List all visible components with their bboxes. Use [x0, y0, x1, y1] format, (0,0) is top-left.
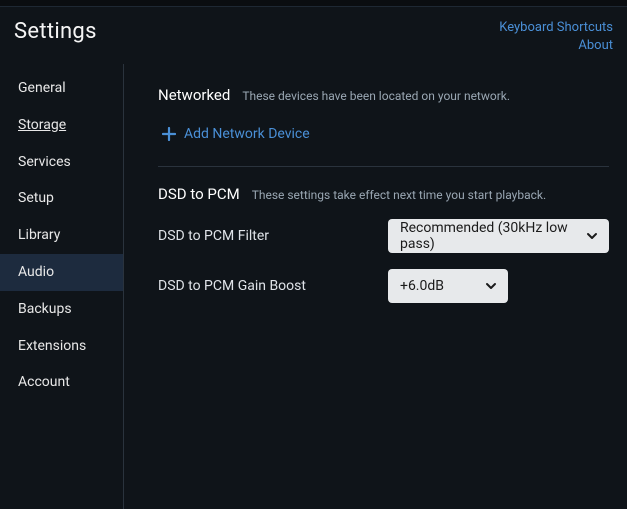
networked-heading: Networked — [158, 86, 230, 104]
sidebar-item-setup[interactable]: Setup — [0, 180, 123, 217]
section-networked: Networked These devices have been locate… — [158, 78, 609, 154]
dsd-heading: DSD to PCM — [158, 185, 240, 203]
chevron-down-icon — [585, 229, 599, 243]
sidebar-item-services[interactable]: Services — [0, 144, 123, 181]
plus-icon — [162, 127, 176, 141]
sidebar-item-general[interactable]: General — [0, 70, 123, 107]
dsd-gain-value: +6.0dB — [400, 278, 444, 294]
add-network-device-label: Add Network Device — [184, 126, 310, 142]
dsd-subtitle: These settings take effect next time you… — [252, 188, 546, 202]
dsd-filter-select[interactable]: Recommended (30kHz low pass) — [388, 219, 609, 253]
networked-subtitle: These devices have been located on your … — [242, 89, 510, 103]
content: Networked These devices have been locate… — [124, 64, 627, 509]
sidebar-item-backups[interactable]: Backups — [0, 291, 123, 328]
dsd-filter-row: DSD to PCM Filter Recommended (30kHz low… — [158, 219, 609, 253]
about-link[interactable]: About — [499, 37, 613, 55]
page-title: Settings — [14, 19, 97, 44]
dsd-gain-select[interactable]: +6.0dB — [388, 269, 508, 303]
sidebar-item-storage[interactable]: Storage — [0, 107, 123, 144]
sidebar-item-audio[interactable]: Audio — [0, 254, 123, 291]
sidebar-item-account[interactable]: Account — [0, 364, 123, 401]
section-divider — [158, 166, 609, 167]
body: General Storage Services Setup Library A… — [0, 64, 627, 509]
dsd-filter-label: DSD to PCM Filter — [158, 228, 388, 244]
add-network-device-button[interactable]: Add Network Device — [158, 126, 609, 142]
dsd-filter-value: Recommended (30kHz low pass) — [400, 220, 575, 252]
dsd-gain-label: DSD to PCM Gain Boost — [158, 278, 388, 294]
keyboard-shortcuts-link[interactable]: Keyboard Shortcuts — [499, 19, 613, 37]
header-links: Keyboard Shortcuts About — [499, 19, 613, 54]
sidebar-item-library[interactable]: Library — [0, 217, 123, 254]
header: Settings Keyboard Shortcuts About — [0, 7, 627, 64]
sidebar-item-extensions[interactable]: Extensions — [0, 328, 123, 365]
dsd-gain-row: DSD to PCM Gain Boost +6.0dB — [158, 269, 609, 303]
chevron-down-icon — [484, 279, 498, 293]
sidebar: General Storage Services Setup Library A… — [0, 64, 124, 509]
section-dsd: DSD to PCM These settings take effect ne… — [158, 177, 609, 331]
window-topbar — [0, 0, 627, 7]
